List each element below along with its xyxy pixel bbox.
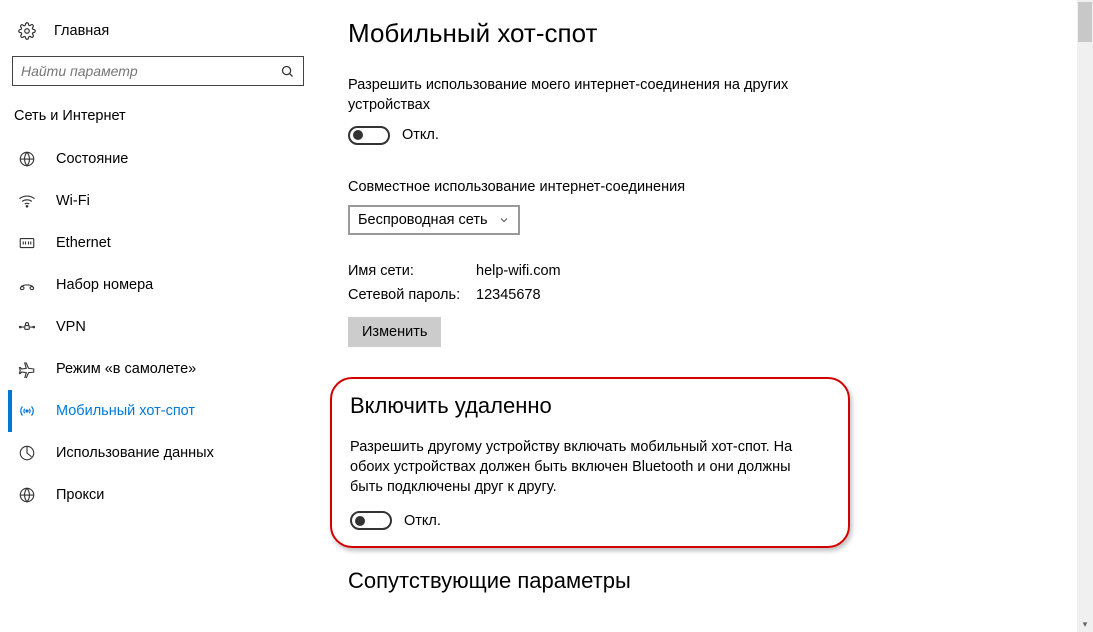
sidebar-item-datausage[interactable]: Использование данных [8, 432, 310, 474]
sidebar-item-airplane[interactable]: Режим «в самолете» [8, 348, 310, 390]
chevron-down-icon [498, 214, 510, 226]
sidebar-item-label: Ethernet [56, 235, 111, 251]
sidebar-item-label: Состояние [56, 151, 128, 167]
share-description: Разрешить использование моего интернет-с… [348, 75, 808, 116]
network-name-label: Имя сети: [348, 263, 476, 279]
remote-highlight: Включить удаленно Разрешить другому устр… [330, 377, 850, 549]
proxy-icon [18, 486, 36, 504]
sidebar-item-label: Прокси [56, 487, 104, 503]
home-label: Главная [54, 23, 109, 39]
remote-toggle-label: Откл. [404, 513, 441, 529]
share-from-label: Совместное использование интернет-соедин… [348, 179, 1093, 195]
network-name-value: help-wifi.com [476, 263, 561, 279]
edit-button[interactable]: Изменить [348, 317, 441, 347]
remote-toggle[interactable] [350, 511, 392, 530]
share-toggle-label: Откл. [402, 127, 439, 143]
sidebar-item-proxy[interactable]: Прокси [8, 474, 310, 516]
main-content: Мобильный хот-спот Разрешить использован… [310, 0, 1093, 632]
network-pass-value: 12345678 [476, 287, 541, 303]
network-pass-row: Сетевой пароль: 12345678 [348, 287, 1093, 303]
remote-description: Разрешить другому устройству включать мо… [350, 437, 824, 498]
scrollbar[interactable]: ▾ [1077, 0, 1093, 632]
sidebar-item-vpn[interactable]: VPN [8, 306, 310, 348]
dialup-icon [18, 276, 36, 294]
search-input[interactable] [12, 56, 304, 86]
sidebar-item-label: Набор номера [56, 277, 153, 293]
sidebar-item-label: VPN [56, 319, 86, 335]
airplane-icon [18, 360, 36, 378]
network-pass-label: Сетевой пароль: [348, 287, 476, 303]
sidebar-item-wifi[interactable]: Wi-Fi [8, 180, 310, 222]
hotspot-icon [18, 402, 36, 420]
network-name-row: Имя сети: help-wifi.com [348, 263, 1093, 279]
remote-title: Включить удаленно [350, 393, 824, 419]
sidebar: Главная Сеть и Интернет Состояние Wi-Fi [0, 0, 310, 632]
page-title: Мобильный хот-спот [348, 18, 1093, 49]
select-value: Беспроводная сеть [358, 212, 488, 228]
sidebar-item-label: Режим «в самолете» [56, 361, 196, 377]
sidebar-item-label: Использование данных [56, 445, 214, 461]
sidebar-item-dialup[interactable]: Набор номера [8, 264, 310, 306]
category-label: Сеть и Интернет [12, 108, 310, 138]
sidebar-item-label: Мобильный хот-спот [56, 403, 195, 419]
sidebar-item-ethernet[interactable]: Ethernet [8, 222, 310, 264]
sidebar-item-status[interactable]: Состояние [8, 138, 310, 180]
data-usage-icon [18, 444, 36, 462]
related-title: Сопутствующие параметры [348, 568, 1093, 594]
search-field[interactable] [21, 63, 280, 79]
home-link[interactable]: Главная [12, 16, 310, 56]
sidebar-item-label: Wi-Fi [56, 193, 90, 209]
nav-list: Состояние Wi-Fi Ethernet Набор номера [12, 138, 310, 516]
scrollbar-thumb[interactable] [1078, 2, 1092, 42]
globe-icon [18, 150, 36, 168]
ethernet-icon [18, 234, 36, 252]
gear-icon [18, 22, 36, 40]
share-from-select[interactable]: Беспроводная сеть [348, 205, 520, 235]
sidebar-item-hotspot[interactable]: Мобильный хот-спот [8, 390, 310, 432]
vpn-icon [18, 318, 36, 336]
search-icon [280, 64, 295, 79]
share-toggle[interactable] [348, 126, 390, 145]
scrollbar-arrow-down[interactable]: ▾ [1077, 616, 1093, 632]
wifi-icon [18, 192, 36, 210]
